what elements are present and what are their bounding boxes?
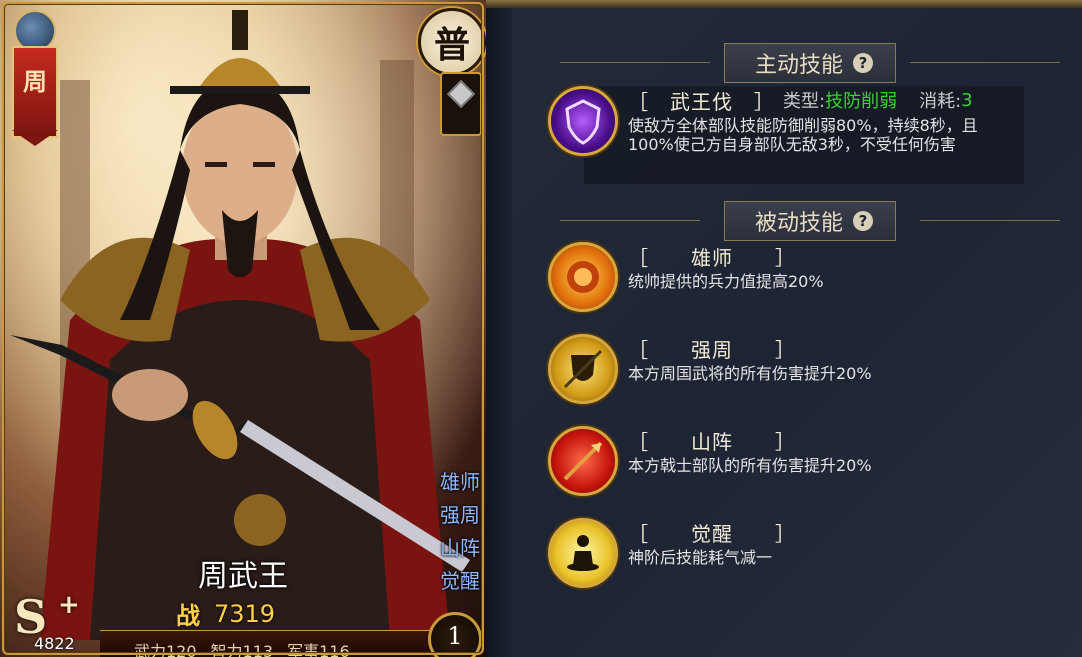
passive-skill-desc: 本方周国武将的所有伤害提升20% (628, 364, 872, 383)
passive-skill-row[interactable]: ［ 强周 ］ 本方周国武将的所有伤害提升20% (548, 334, 872, 404)
active-skill-desc-line1: 使敌方全体部队技能防御削弱80%，持续8秒，且 (628, 116, 978, 135)
passive-skill-name: ［ 强周 ］ (628, 337, 796, 362)
stat-intelligence: 智力113 (210, 642, 274, 657)
panel-top-border (486, 0, 1082, 8)
halberd-icon (548, 426, 618, 496)
hero-stats: 武力120 智力113 军事116 (134, 638, 350, 657)
help-icon[interactable]: ? (853, 211, 873, 231)
active-skill-title: 主动技能 (754, 53, 843, 78)
passive-skill-header: 被动技能 ? (560, 201, 1060, 241)
skill-type-label: 类型: (783, 91, 826, 112)
passive-skill-title: 被动技能 (754, 211, 843, 236)
passive-skill-row[interactable]: ［ 觉醒 ］ 神阶后技能耗气减一 (548, 518, 796, 588)
shield-spear-icon (548, 334, 618, 404)
stat-military: 军事116 (287, 642, 350, 657)
active-skill-name: ［ 武王伐 ］ (628, 89, 775, 114)
help-icon[interactable]: ? (853, 53, 873, 73)
stat-force: 武力120 (134, 642, 197, 657)
lion-icon (548, 242, 618, 312)
passive-skill-row[interactable]: ［ 雄师 ］ 统帅提供的兵力值提高20% (548, 242, 824, 312)
faction-banner-label: 周 (23, 68, 47, 96)
passive-skill-name: ［ 觉醒 ］ (628, 521, 796, 546)
skill-cost-value: 3 (961, 89, 973, 111)
passive-skill-row[interactable]: ［ 山阵 ］ 本方戟士部队的所有伤害提升20% (548, 426, 872, 496)
passive-skill-desc: 统帅提供的兵力值提高20% (628, 272, 824, 291)
passive-skill-name: ［ 山阵 ］ (628, 429, 796, 454)
combat-power-value: 7319 (214, 599, 276, 628)
hero-card[interactable]: 周 普 雄师 强周 山阵 觉醒 周武王 战 7319 武力120 智力113 军… (0, 0, 486, 657)
active-skill-header: 主动技能 ? (560, 43, 1060, 83)
active-skill-row[interactable]: ［ 武王伐 ］ 类型: 技防削弱 消耗: 3 使敌方全体部队技能防御削弱80%，… (548, 86, 978, 156)
shield-burst-icon (548, 86, 618, 156)
combat-power: 战 7319 (176, 596, 275, 631)
skill-tag: 强周 (440, 503, 480, 527)
quality-badge-label: 普 (433, 24, 470, 66)
active-skill-desc-line2: 100%使己方自身部队无敌3秒，不受任何伤害 (628, 135, 956, 154)
passive-skill-desc: 本方戟士部队的所有伤害提升20% (628, 456, 872, 475)
hero-name: 周武王 (198, 559, 288, 594)
faction-banner-tail (12, 130, 58, 146)
level-value: 1 (447, 622, 463, 650)
panel-divider (486, 0, 512, 657)
skill-tag: 雄师 (440, 470, 480, 494)
combat-power-icon: 战 (176, 602, 200, 630)
hero-score: 4822 (34, 634, 75, 653)
meditation-icon (548, 518, 618, 588)
skill-type-value: 技防削弱 (825, 91, 898, 112)
skill-cost-label: 消耗: (919, 91, 962, 112)
rank-plus: + (58, 590, 80, 620)
passive-skill-name: ［ 雄师 ］ (628, 245, 796, 270)
passive-skill-desc: 神阶后技能耗气减一 (628, 548, 773, 567)
